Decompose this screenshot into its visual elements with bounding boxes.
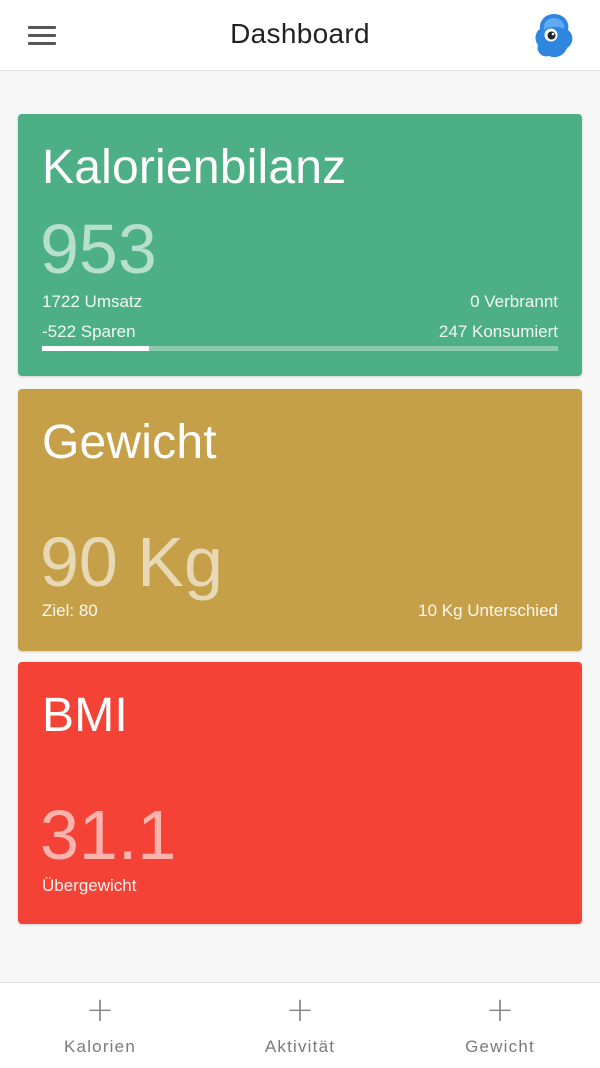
card-title: Kalorienbilanz	[42, 141, 347, 194]
weight-difference-label: 10 Kg Unterschied	[418, 601, 558, 620]
page-title: Dashboard	[230, 18, 370, 49]
add-weight-button[interactable]: + Gewicht	[400, 983, 600, 1068]
calorie-progress-bar	[42, 346, 558, 351]
add-calories-button[interactable]: + Kalorien	[0, 983, 200, 1068]
bottom-navigation: + Kalorien + Aktivität + Gewicht	[0, 982, 600, 1068]
verbrannt-label: 0 Verbrannt	[470, 292, 558, 311]
calorie-balance-card[interactable]: Kalorienbilanz 953 1722 Umsatz 0 Verbran…	[18, 114, 582, 376]
bmi-value: 31.1	[40, 796, 177, 874]
app-logo-icon[interactable]	[534, 12, 574, 60]
konsumiert-label: 247 Konsumiert	[438, 322, 558, 341]
calorie-progress-fill	[42, 346, 149, 351]
plus-icon: +	[285, 990, 315, 1030]
plus-icon: +	[85, 990, 115, 1030]
calorie-balance-value: 953	[40, 210, 157, 288]
sparen-label: -522 Sparen	[42, 322, 136, 341]
bmi-card[interactable]: BMI 31.1 Übergewicht	[18, 662, 582, 924]
weight-value: 90 Kg	[40, 523, 223, 601]
weight-card[interactable]: Gewicht 90 Kg Ziel: 80 10 Kg Unterschied	[18, 389, 582, 651]
target-weight-label: Ziel: 80	[42, 601, 98, 620]
card-title: Gewicht	[42, 416, 217, 469]
plus-icon: +	[485, 990, 515, 1030]
app-bar: Dashboard	[0, 0, 600, 71]
nav-label: Gewicht	[465, 1037, 535, 1056]
nav-label: Aktivität	[264, 1037, 336, 1056]
nav-label: Kalorien	[64, 1037, 136, 1056]
card-title: BMI	[42, 689, 128, 742]
bmi-status-label: Übergewicht	[42, 876, 137, 895]
umsatz-label: 1722 Umsatz	[42, 292, 143, 311]
add-activity-button[interactable]: + Aktivität	[200, 983, 400, 1068]
